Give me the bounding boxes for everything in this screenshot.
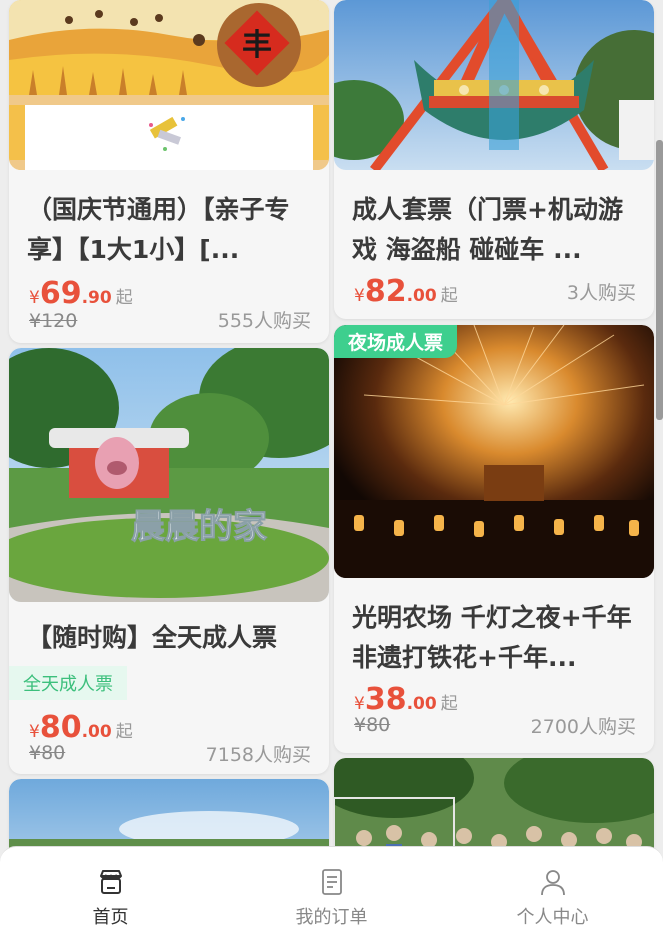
sculpture-text: 晨晨的家 bbox=[131, 507, 267, 547]
product-card[interactable]: 夜场成人票 光明农场 千灯之夜+千年非遗打铁花+千年... ¥38.00 起 ¥8… bbox=[334, 325, 654, 753]
scrollbar[interactable] bbox=[656, 140, 663, 420]
tab-profile[interactable]: 个人中心 bbox=[442, 847, 663, 937]
user-icon bbox=[540, 870, 565, 896]
price: ¥38.00 起 bbox=[354, 682, 458, 717]
product-card[interactable]: 晨晨的家 【随时购】全天成人票 全天成人票 ¥80.00 起 ¥80 7158人购… bbox=[9, 348, 329, 774]
price: ¥82.00 起 bbox=[354, 274, 458, 309]
original-price: ¥80 bbox=[29, 742, 66, 764]
tab-orders[interactable]: 我的订单 bbox=[221, 847, 442, 937]
product-card[interactable]: 丰 （国庆节通用）【亲子专享】【1大1小】[... ¥69.90 起 ¥120 … bbox=[9, 0, 329, 343]
product-image: 晨晨的家 bbox=[9, 348, 329, 602]
original-price: ¥120 bbox=[29, 310, 78, 332]
product-card[interactable]: 成人套票（门票+机动游戏 海盗船 碰碰车 ... ¥82.00 起 3人购买 bbox=[334, 0, 654, 319]
price: ¥69.90 起 bbox=[29, 276, 133, 311]
product-image bbox=[334, 0, 654, 170]
tab-home[interactable]: 首页 bbox=[0, 847, 221, 937]
tab-profile-label: 个人中心 bbox=[516, 907, 589, 928]
original-price: ¥80 bbox=[354, 714, 391, 736]
product-title: 【随时购】全天成人票 bbox=[27, 623, 278, 652]
banner-character: 丰 bbox=[242, 28, 272, 63]
price: ¥80.00 起 bbox=[29, 710, 133, 745]
order-list-icon bbox=[321, 869, 342, 895]
tab-orders-label: 我的订单 bbox=[295, 907, 368, 928]
sold-count: 7158人购买 bbox=[205, 744, 311, 766]
sold-count: 3人购买 bbox=[566, 282, 636, 304]
product-tag: 全天成人票 bbox=[9, 666, 127, 700]
bottom-tab-bar: 首页 我的订单 个人中心 bbox=[0, 846, 663, 937]
sold-count: 555人购买 bbox=[217, 310, 311, 332]
session-tag: 夜场成人票 bbox=[334, 325, 458, 358]
product-image: 夜场成人票 bbox=[334, 325, 654, 578]
product-title: （国庆节通用）【亲子专享】【1大1小】[... bbox=[27, 195, 290, 264]
product-title: 成人套票（门票+机动游戏 海盗船 碰碰车 ... bbox=[352, 195, 623, 264]
store-icon bbox=[99, 870, 122, 894]
product-image: 丰 bbox=[9, 0, 329, 170]
product-title: 光明农场 千灯之夜+千年非遗打铁花+千年... bbox=[352, 603, 632, 672]
sold-count: 2700人购买 bbox=[530, 716, 636, 738]
page: 丰 （国庆节通用）【亲子专享】【1大1小】[... ¥69.90 起 ¥120 … bbox=[0, 0, 663, 937]
tab-home-label: 首页 bbox=[92, 907, 129, 928]
